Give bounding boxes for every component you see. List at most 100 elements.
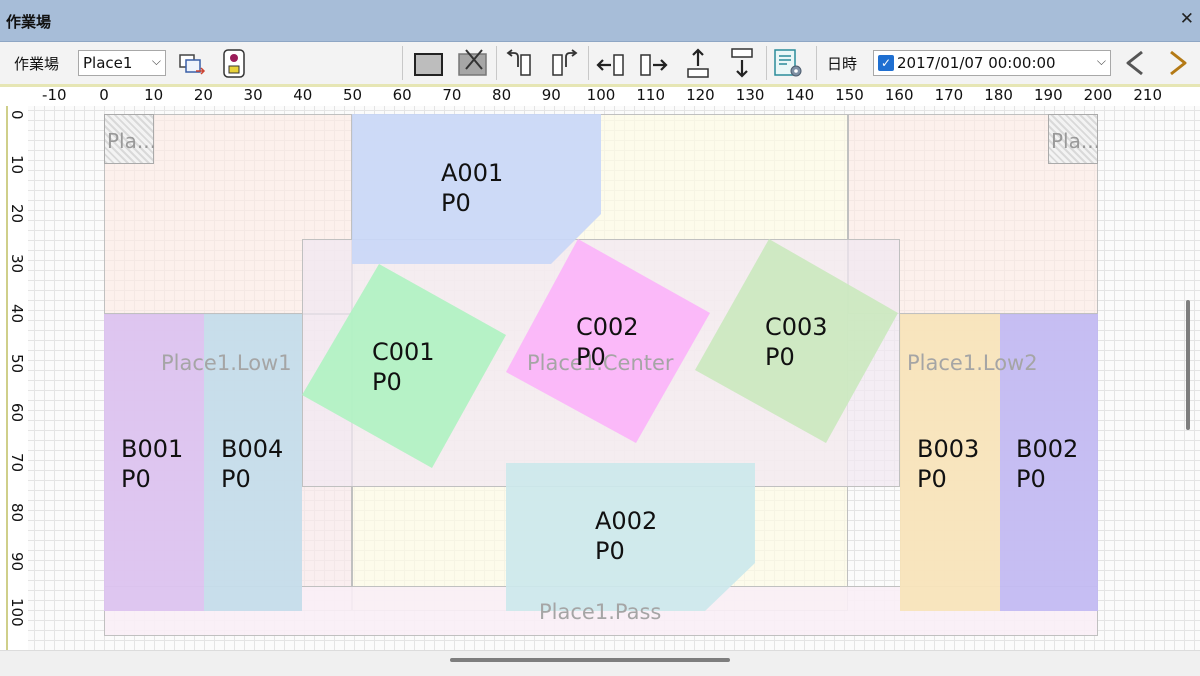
rotate-right-icon [552,49,578,76]
rotate-right-button[interactable] [548,47,580,79]
ruler-tick-y: 60 [8,403,26,423]
item-name: C003 [765,313,828,341]
next-date-button[interactable] [1162,47,1194,79]
ruler-tick-y: 40 [8,303,26,323]
ruler-tick-x: 50 [342,86,363,104]
ruler-tick-y: 70 [8,452,26,472]
ruler-tick-x: 70 [442,86,462,104]
vertical-ruler: 0 10 20 30 40 50 60 70 80 90 100 [0,106,28,650]
separator [588,46,589,80]
window-move-button[interactable] [176,47,208,79]
ruler-tick-x: 130 [735,86,765,104]
item-sub: P0 [1016,465,1046,493]
ruler-tick-x: 170 [934,86,964,104]
ruler-tick-x: 0 [99,86,109,104]
ruler-tick-x: 20 [193,86,213,104]
area-label-low1: Place1.Low1 [161,351,292,375]
ruler-tick-y: 80 [8,502,26,522]
document-gear-icon [774,49,802,77]
item-name: B003 [917,435,980,463]
item-sub: P0 [221,465,251,493]
ruler-tick-x: 140 [785,86,815,104]
title-bar: 作業場 ✕ [0,0,1200,42]
ruler-tick-x: 120 [686,86,715,104]
triangle-right-icon [1170,50,1187,76]
move-up-button[interactable] [682,47,714,79]
ruler-tick-x: 210 [1133,86,1163,104]
place-select[interactable]: Place1 ⌵ [78,50,166,76]
window-title: 作業場 [6,13,52,31]
ruler-tick-x: 200 [1083,86,1113,104]
ruler-tick-x: 180 [984,86,1013,104]
item-label-b001: B001 P0 [121,434,183,494]
item-label-c003: C003 P0 [765,312,828,372]
close-icon[interactable]: ✕ [1180,9,1194,29]
item-name: C002 [576,313,639,341]
area-label-low2: Place1.Low2 [907,351,1038,375]
item-sub: P0 [441,189,471,217]
item-label-b004: B004 P0 [221,434,283,494]
arrow-up-icon [687,48,709,78]
date-enabled-checkbox[interactable]: ✓ [878,55,894,71]
place-select-value: Place1 [83,54,133,72]
item-label-c002: C002 P0 [576,312,639,372]
separator [496,46,497,80]
item-label-a001: A001 P0 [441,158,503,218]
ruler-tick-x: 10 [144,86,164,104]
ruler-tick-x: 60 [392,86,412,104]
move-left-button[interactable] [594,47,626,79]
separator [766,46,767,80]
ruler-tick-x: 160 [884,86,914,104]
item-label-c001: C001 P0 [372,337,435,397]
horizontal-scrollbar[interactable] [450,658,730,662]
date-picker-value: 2017/01/07 00:00:00 [897,54,1056,72]
filled-rect-icon [414,53,443,76]
layout-canvas[interactable]: Pla... Pla... Place1.Low1 Place1.Center … [28,106,1200,650]
device-settings-button[interactable] [218,47,250,79]
item-name: B001 [121,435,184,463]
item-label-b002: B002 P0 [1016,434,1078,494]
item-label-b003: B003 P0 [917,434,979,494]
date-label: 日時 [827,55,858,73]
report-settings-button[interactable] [772,47,804,79]
separator [402,46,403,80]
ruler-tick-x: 190 [1033,86,1063,104]
vertical-scrollbar[interactable] [1186,300,1190,430]
item-sub: P0 [372,368,402,396]
status-bar [0,650,1200,676]
ruler-tick-x: 100 [586,86,616,104]
place-label: 作業場 [14,55,60,73]
date-picker[interactable]: ✓ 2017/01/07 00:00:00 ⌵ [873,50,1111,76]
rotate-left-button[interactable] [504,47,536,79]
item-label-a002: A002 P0 [595,506,657,566]
item-sub: P0 [576,343,606,371]
ruler-tick-x: 30 [243,86,263,104]
item-name: B002 [1016,435,1079,463]
move-right-button[interactable] [638,47,670,79]
ruler-tick-x: -10 [42,86,67,104]
ruler-tick-y: 50 [8,353,26,373]
ruler-tick-y: 100 [8,597,26,627]
ruler-tick-x: 40 [293,86,313,104]
crossed-rect-icon [458,49,487,76]
chevron-down-icon: ⌵ [151,54,161,68]
previous-date-button[interactable] [1120,47,1152,79]
item-sub: P0 [121,465,151,493]
ruler-tick-y: 30 [8,254,26,274]
toolbar: 作業場 Place1 ⌵ 日時 ✓ 2017/01/07 00:00:00 ⌵ [0,42,1200,84]
separator [816,46,817,80]
show-area-button[interactable] [412,47,444,79]
rotate-left-icon [506,49,531,76]
arrow-left-icon [596,54,624,76]
item-name: B004 [221,435,284,463]
move-down-button[interactable] [726,47,758,79]
item-name: C001 [372,338,435,366]
ruler-tick-x: 80 [492,86,512,104]
arrow-down-icon [731,48,753,78]
ruler-tick-x: 90 [541,86,561,104]
triangle-left-icon [1126,50,1143,76]
hide-area-button[interactable] [456,47,488,79]
ruler-tick-x: 150 [835,86,864,104]
ruler-tick-y: 90 [8,552,26,572]
item-sub: P0 [765,343,795,371]
